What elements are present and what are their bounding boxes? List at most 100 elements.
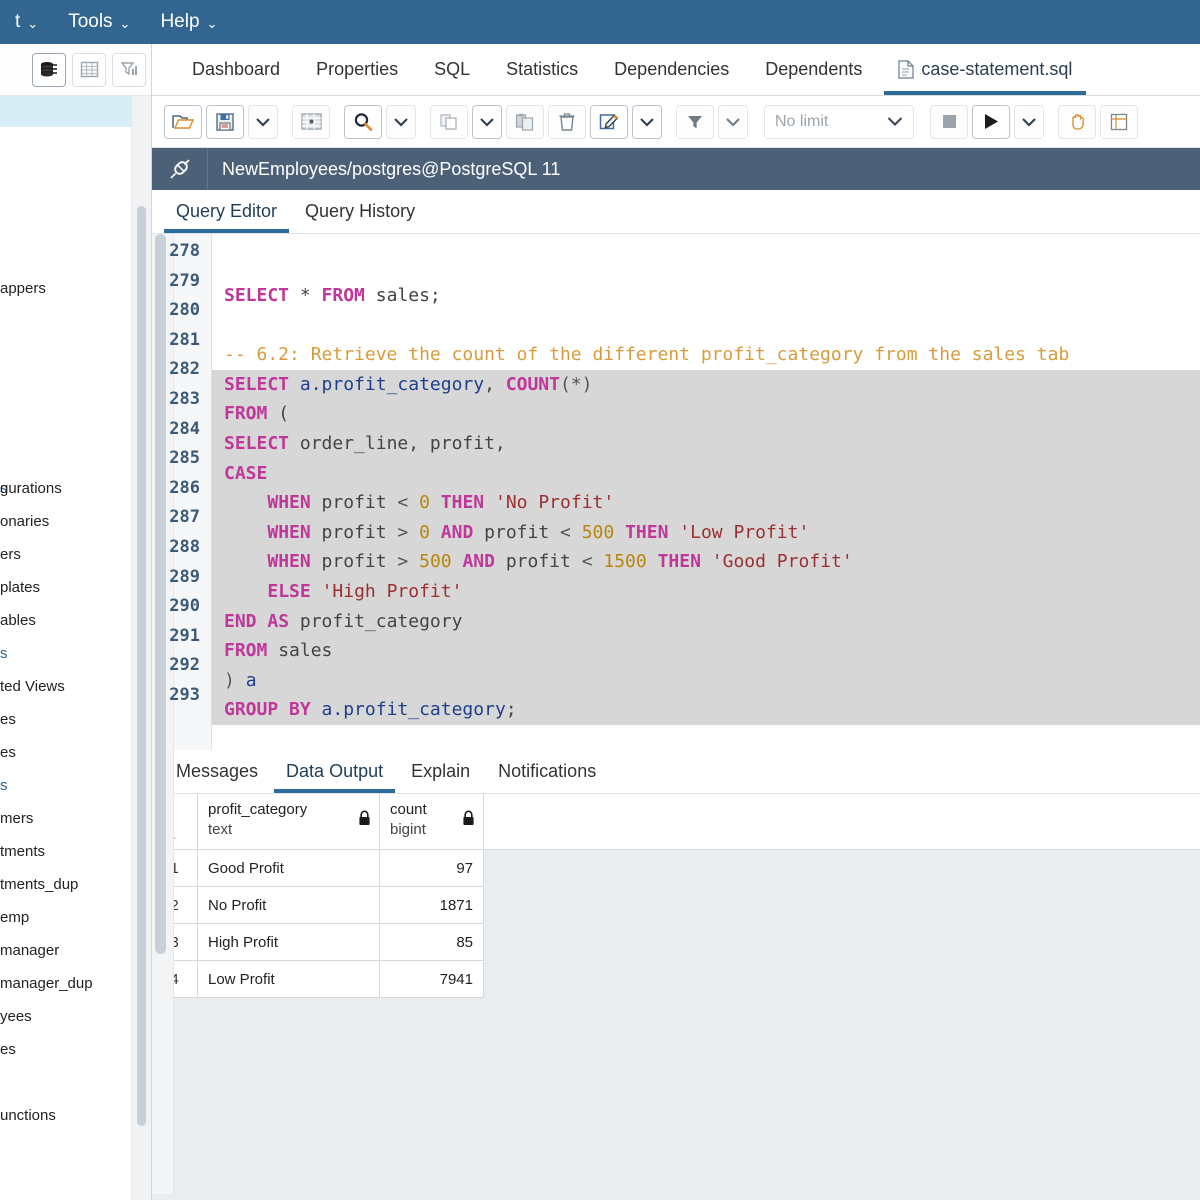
sql-code-editor[interactable]: SELECT * FROM sales; -- 6.2: Retrieve the…: [152, 234, 1200, 750]
macro-hand-icon[interactable]: [1058, 105, 1096, 139]
tree-item[interactable]: es: [0, 1033, 152, 1066]
edit-grid-icon[interactable]: [292, 105, 330, 139]
cell-count[interactable]: 1871: [380, 887, 484, 924]
code-line[interactable]: WHEN profit > 500 AND profit < 1500 THEN…: [212, 547, 1200, 577]
tree-item[interactable]: es: [0, 736, 152, 769]
tab-messages[interactable]: Messages: [162, 749, 272, 793]
cell-profit-category[interactable]: Low Profit: [198, 961, 380, 998]
code-line[interactable]: FROM sales: [212, 636, 1200, 666]
object-explorer-icon[interactable]: [32, 53, 66, 87]
copy-dropdown-caret[interactable]: [472, 105, 502, 139]
copy-icon[interactable]: [430, 105, 468, 139]
cell-profit-category[interactable]: No Profit: [198, 887, 380, 924]
tab-dependents[interactable]: Dependents: [747, 43, 880, 95]
stop-query-icon[interactable]: [930, 105, 968, 139]
tree-item[interactable]: mers: [0, 802, 152, 835]
tree-item[interactable]: gurations: [0, 472, 152, 505]
tab-query-history[interactable]: Query History: [291, 189, 429, 233]
cell-count[interactable]: 97: [380, 850, 484, 887]
tree-item[interactable]: es: [0, 703, 152, 736]
tab-statistics[interactable]: Statistics: [488, 43, 596, 95]
edit-pencil-icon[interactable]: [590, 105, 628, 139]
row-limit-select[interactable]: No limit: [764, 105, 914, 139]
filter-dropdown-caret[interactable]: [718, 105, 748, 139]
save-file-icon[interactable]: [206, 105, 244, 139]
table-row[interactable]: 2No Profit1871: [152, 887, 484, 924]
line-number: 279: [152, 267, 200, 297]
execute-dropdown-caret[interactable]: [1014, 105, 1044, 139]
tree-item[interactable]: tments: [0, 835, 152, 868]
find-dropdown-caret[interactable]: [386, 105, 416, 139]
cell-profit-category[interactable]: High Profit: [198, 924, 380, 961]
tree-item[interactable]: tments_dup: [0, 868, 152, 901]
tree-item[interactable]: s: [0, 769, 152, 802]
code-line[interactable]: -- 6.2: Retrieve the count of the differ…: [212, 340, 1200, 370]
code-token: a.profit_category: [300, 374, 484, 395]
delete-icon[interactable]: [548, 105, 586, 139]
tab-data-output[interactable]: Data Output: [272, 749, 397, 793]
tab-case-statement-sql[interactable]: case-statement.sql: [880, 43, 1090, 95]
tree-item[interactable]: ables: [0, 604, 152, 637]
code-line[interactable]: SELECT a.profit_category, COUNT(*): [212, 370, 1200, 400]
tree-item[interactable]: onaries: [0, 505, 152, 538]
code-line[interactable]: CASE: [212, 459, 1200, 489]
tree-item[interactable]: manager_dup: [0, 967, 152, 1000]
grid-view-icon[interactable]: [72, 53, 106, 87]
edit-dropdown-caret[interactable]: [632, 105, 662, 139]
filter-icon[interactable]: [676, 105, 714, 139]
cell-count[interactable]: 7941: [380, 961, 484, 998]
tree-selected-row[interactable]: [0, 96, 152, 127]
tree-item[interactable]: appers: [0, 272, 152, 305]
tab-notifications[interactable]: Notifications: [484, 749, 610, 793]
tree-item[interactable]: s: [0, 637, 152, 670]
table-row[interactable]: 1Good Profit97: [152, 850, 484, 887]
code-area[interactable]: SELECT * FROM sales; -- 6.2: Retrieve the…: [212, 234, 1200, 750]
object-tree[interactable]: apperssgurationsonariesersplatesablesste…: [0, 96, 152, 1200]
code-line[interactable]: GROUP BY a.profit_category;: [212, 695, 1200, 725]
code-line[interactable]: WHEN profit > 0 AND profit < 500 THEN 'L…: [212, 518, 1200, 548]
code-token: 'No Profit': [495, 492, 614, 513]
tree-item[interactable]: plates: [0, 571, 152, 604]
panel-icon[interactable]: [1100, 105, 1138, 139]
tree-item-label: s: [0, 777, 8, 794]
code-line[interactable]: [212, 311, 1200, 341]
code-line[interactable]: END AS profit_category: [212, 607, 1200, 637]
column-header-count[interactable]: count bigint: [380, 794, 484, 850]
code-token: >: [397, 522, 408, 543]
tab-dashboard[interactable]: Dashboard: [174, 43, 298, 95]
code-line[interactable]: ELSE 'High Profit': [212, 577, 1200, 607]
save-dropdown-caret[interactable]: [248, 105, 278, 139]
code-line[interactable]: ) a: [212, 666, 1200, 696]
tree-item[interactable]: ers: [0, 538, 152, 571]
tree-item[interactable]: unctions: [0, 1099, 152, 1132]
menu-item-object[interactable]: t ⌄: [0, 0, 53, 44]
tab-sql[interactable]: SQL: [416, 43, 488, 95]
tab-properties[interactable]: Properties: [298, 43, 416, 95]
table-row[interactable]: 3High Profit85: [152, 924, 484, 961]
cell-profit-category[interactable]: Good Profit: [198, 850, 380, 887]
open-file-icon[interactable]: [164, 105, 202, 139]
tab-dependencies[interactable]: Dependencies: [596, 43, 747, 95]
paste-icon[interactable]: [506, 105, 544, 139]
tree-item[interactable]: manager: [0, 934, 152, 967]
tab-explain[interactable]: Explain: [397, 749, 484, 793]
code-line[interactable]: SELECT * FROM sales;: [212, 281, 1200, 311]
tree-item[interactable]: yees: [0, 1000, 152, 1033]
tree-item[interactable]: emp: [0, 901, 152, 934]
code-token: 500: [582, 522, 615, 543]
menu-item-tools[interactable]: Tools ⌄: [53, 0, 145, 44]
code-line[interactable]: FROM (: [212, 399, 1200, 429]
code-line[interactable]: [212, 725, 1200, 750]
execute-play-icon[interactable]: [972, 105, 1010, 139]
menu-item-help[interactable]: Help ⌄: [145, 0, 232, 44]
filter-table-icon[interactable]: [112, 53, 146, 87]
data-output-grid[interactable]: profit_category text count bigint: [152, 794, 1200, 1200]
find-icon[interactable]: [344, 105, 382, 139]
table-row[interactable]: 4Low Profit7941: [152, 961, 484, 998]
tab-query-editor[interactable]: Query Editor: [162, 189, 291, 233]
code-line[interactable]: SELECT order_line, profit,: [212, 429, 1200, 459]
code-line[interactable]: WHEN profit < 0 THEN 'No Profit': [212, 488, 1200, 518]
column-header-profit-category[interactable]: profit_category text: [198, 794, 380, 850]
cell-count[interactable]: 85: [380, 924, 484, 961]
tree-item[interactable]: ted Views: [0, 670, 152, 703]
